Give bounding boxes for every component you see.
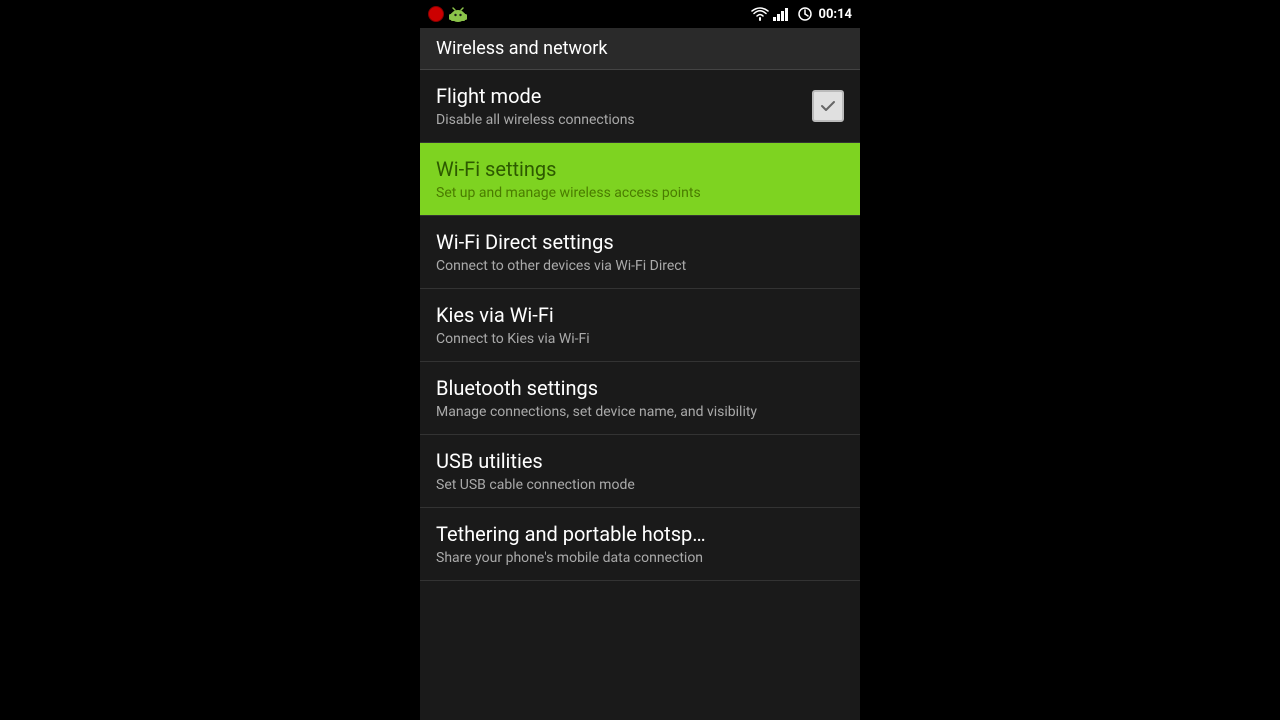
tethering-content: Tethering and portable hotsp… Share your… <box>436 522 844 566</box>
usb-content: USB utilities Set USB cable connection m… <box>436 449 844 493</box>
bluetooth-subtitle: Manage connections, set device name, and… <box>436 404 844 420</box>
recording-icon <box>428 6 444 22</box>
settings-item-tethering[interactable]: Tethering and portable hotsp… Share your… <box>420 508 860 581</box>
kies-content: Kies via Wi-Fi Connect to Kies via Wi-Fi <box>436 303 844 347</box>
settings-item-kies[interactable]: Kies via Wi-Fi Connect to Kies via Wi-Fi <box>420 289 860 362</box>
phone-screen: 00:14 Wireless and network Flight mode D… <box>420 0 860 720</box>
status-time: 00:14 <box>819 7 853 22</box>
bluetooth-content: Bluetooth settings Manage connections, s… <box>436 376 844 420</box>
page-title: Wireless and network <box>436 38 608 59</box>
settings-item-wifi-direct[interactable]: Wi-Fi Direct settings Connect to other d… <box>420 216 860 289</box>
flight-mode-subtitle: Disable all wireless connections <box>436 112 812 128</box>
wifi-direct-content: Wi-Fi Direct settings Connect to other d… <box>436 230 844 274</box>
bluetooth-title: Bluetooth settings <box>436 376 844 400</box>
tethering-title: Tethering and portable hotsp… <box>436 522 844 546</box>
status-bar: 00:14 <box>420 0 860 28</box>
settings-item-flight-mode[interactable]: Flight mode Disable all wireless connect… <box>420 70 860 143</box>
flight-mode-title: Flight mode <box>436 84 812 108</box>
usb-title: USB utilities <box>436 449 844 473</box>
wifi-content: Wi-Fi settings Set up and manage wireles… <box>436 157 844 201</box>
wifi-subtitle: Set up and manage wireless access points <box>436 185 844 201</box>
usb-subtitle: Set USB cable connection mode <box>436 477 844 493</box>
kies-title: Kies via Wi-Fi <box>436 303 844 327</box>
settings-item-wifi[interactable]: Wi-Fi settings Set up and manage wireles… <box>420 143 860 216</box>
page-header: Wireless and network <box>420 28 860 70</box>
settings-list: Flight mode Disable all wireless connect… <box>420 70 860 581</box>
wifi-icon <box>751 7 769 21</box>
flight-mode-content: Flight mode Disable all wireless connect… <box>436 84 812 128</box>
kies-subtitle: Connect to Kies via Wi-Fi <box>436 331 844 347</box>
wifi-title: Wi-Fi settings <box>436 157 844 181</box>
status-left-icons <box>428 0 468 28</box>
wifi-direct-subtitle: Connect to other devices via Wi-Fi Direc… <box>436 258 844 274</box>
signal-icon <box>773 7 791 21</box>
status-right-icons: 00:14 <box>751 7 853 22</box>
checkbox-check-icon <box>819 97 837 115</box>
flight-mode-checkbox[interactable] <box>812 90 844 122</box>
battery-icon <box>795 7 815 21</box>
wifi-direct-title: Wi-Fi Direct settings <box>436 230 844 254</box>
android-icon <box>448 4 468 24</box>
settings-item-bluetooth[interactable]: Bluetooth settings Manage connections, s… <box>420 362 860 435</box>
settings-item-usb[interactable]: USB utilities Set USB cable connection m… <box>420 435 860 508</box>
tethering-subtitle: Share your phone's mobile data connectio… <box>436 550 844 566</box>
